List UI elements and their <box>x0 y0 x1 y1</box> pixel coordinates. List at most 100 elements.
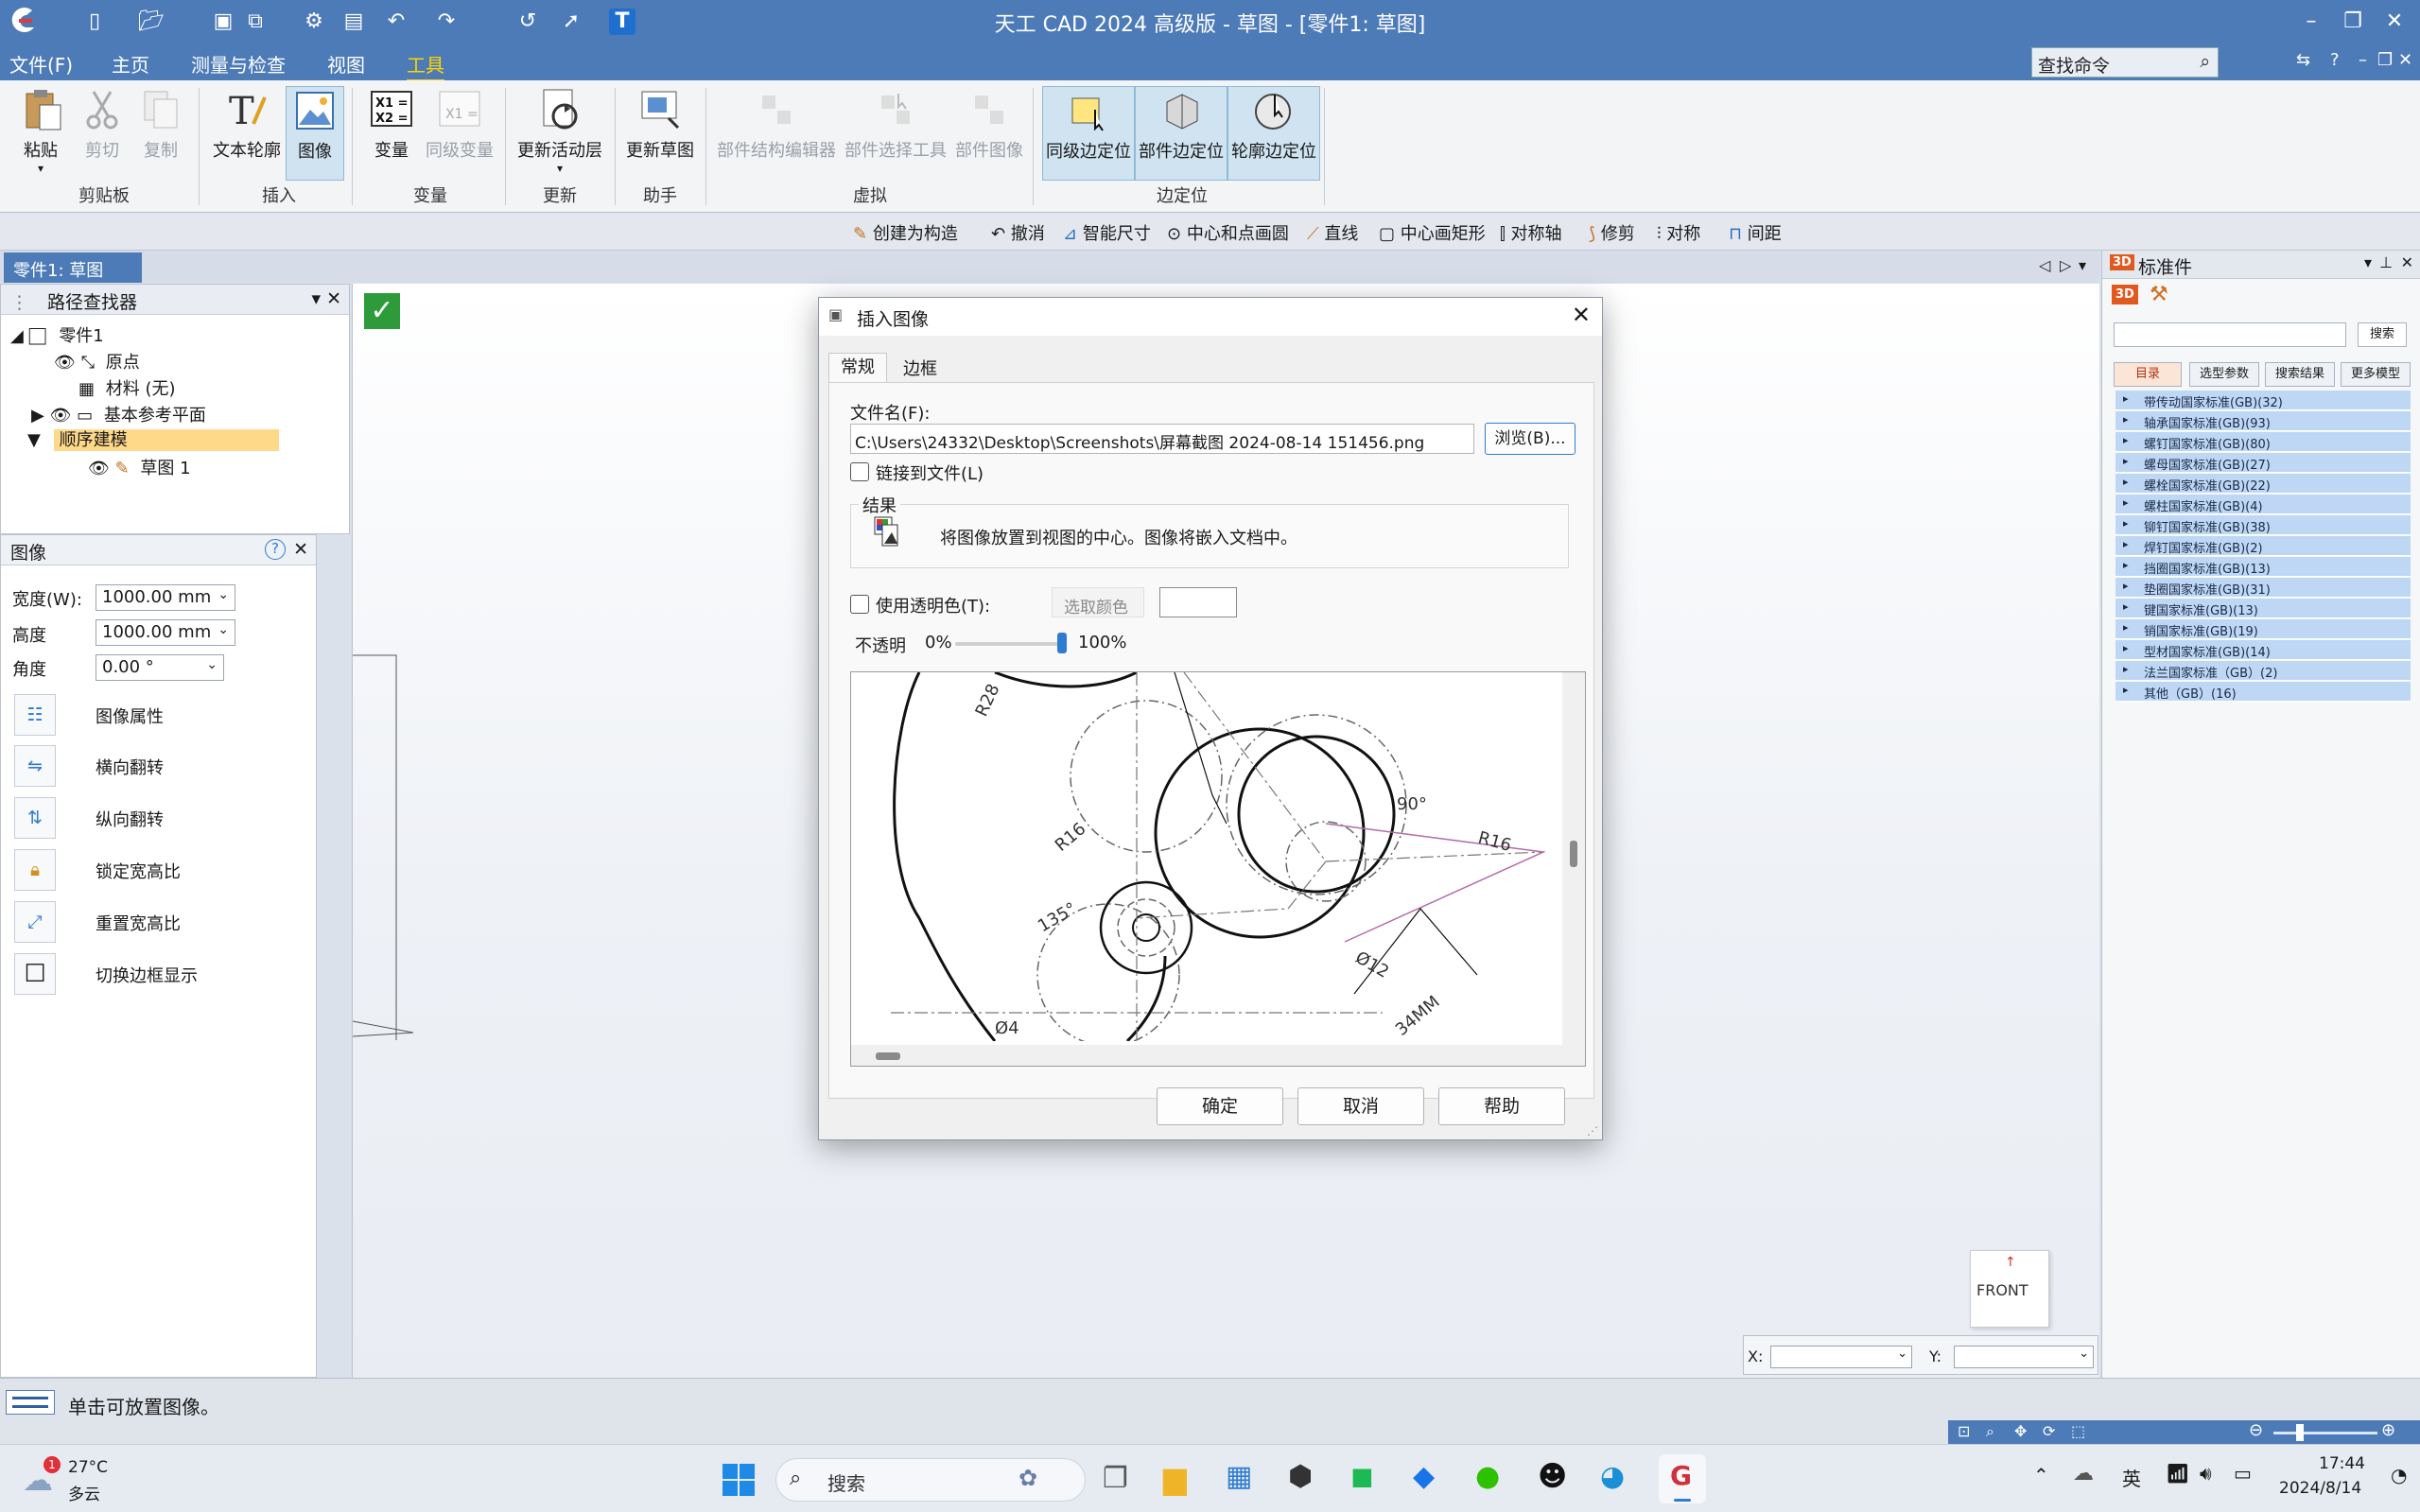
view-orientation-icon[interactable]: ⬚ <box>2071 1422 2085 1440</box>
part-image-button[interactable]: 部件图像 <box>953 86 1025 181</box>
standard-part-row[interactable]: ▸ 垫圈国家标准(GB)(31) <box>2115 578 2411 598</box>
smart-dimension-button[interactable]: ⊿ 智能尺寸 <box>1063 220 1151 245</box>
weather-widget[interactable]: ☁ 1 27°C 多云 <box>23 1456 127 1504</box>
zoom-out-icon[interactable]: ⊖ <box>2249 1420 2263 1440</box>
standard-part-row[interactable]: ▸ 螺柱国家标准(GB)(4) <box>2115 495 2411 514</box>
line-button[interactable]: ⟋ 直线 <box>1307 220 1358 245</box>
angle-select[interactable]: 0.00 ° ⌄ <box>96 654 224 681</box>
expand-right-icon[interactable]: ▸ <box>2123 663 2129 675</box>
close-window-button[interactable]: ✕ <box>2376 8 2413 36</box>
zoom-slider-track[interactable] <box>2273 1432 2377 1434</box>
opacity-slider-thumb[interactable] <box>1057 633 1067 653</box>
standard-part-row[interactable]: ▸ 法兰国家标准（GB）(2) <box>2115 661 2411 681</box>
parts-search-input[interactable] <box>2114 322 2346 347</box>
preview-horizontal-scroll-thumb[interactable] <box>876 1052 900 1060</box>
ime-indicator[interactable]: 英 <box>2122 1464 2141 1491</box>
doc-minimize-icon[interactable]: – <box>2359 50 2367 70</box>
symmetric-button[interactable]: ⫶ 对称 <box>1657 220 1700 245</box>
color-swatch[interactable] <box>1159 587 1237 617</box>
copy-button[interactable]: 复制 <box>134 86 187 181</box>
standard-part-row[interactable]: ▸ 焊钉国家标准(GB)(2) <box>2115 536 2411 556</box>
tree-item-material[interactable]: ▦ 材料 (无) <box>78 375 176 400</box>
update-active-layer-button[interactable]: 更新活动层 ▾ <box>514 86 605 181</box>
restore-button[interactable]: ❐ <box>2334 8 2372 36</box>
image-button[interactable]: 图像 <box>286 86 344 181</box>
menu-tools[interactable]: 工具 <box>407 50 444 82</box>
part-selection-tool-button[interactable]: 部件选择工具 <box>842 86 949 181</box>
paste-button[interactable]: 粘贴 ▾ <box>11 86 70 181</box>
doc-close-icon[interactable]: ✕ <box>2398 50 2412 70</box>
dialog-tab-general[interactable]: 常规 <box>828 353 887 383</box>
expand-right-icon[interactable]: ▸ <box>2123 684 2129 696</box>
pan-icon[interactable]: ✥ <box>2014 1422 2027 1440</box>
link-to-file-checkbox[interactable] <box>850 462 869 481</box>
lock-aspect-action[interactable]: 🔒︎ 锁定宽高比 <box>14 849 298 891</box>
rotate-view-icon[interactable]: ⟳ <box>2043 1422 2055 1440</box>
expand-right-icon[interactable]: ▸ <box>2123 538 2129 550</box>
tree-item-part[interactable]: ◢ ⬜︎ 零件1 <box>10 322 104 347</box>
same-level-edge-locate-button[interactable]: 同级边定位 <box>1042 86 1135 181</box>
variable-button[interactable]: X1 = X2 = 变量 <box>363 86 420 181</box>
volume-icon[interactable]: 🔊︎ <box>2200 1462 2212 1485</box>
resize-grip-icon[interactable]: ⋰ <box>1587 1124 1598 1138</box>
spacing-button[interactable]: ⊓ 间距 <box>1729 220 1782 245</box>
ribbon-options-icon[interactable]: ⇆ <box>2296 50 2310 70</box>
collapse-icon[interactable]: ▼ <box>27 430 41 450</box>
file-explorer-icon[interactable]: ▆ <box>1163 1460 1187 1496</box>
expand-right-icon[interactable]: ▸ <box>2123 621 2129 634</box>
tab-scroll-left-icon[interactable]: ◁ <box>2039 256 2050 274</box>
expand-right-icon[interactable]: ▸ <box>2123 517 2129 530</box>
transparent-color-label[interactable]: 使用透明色(T): <box>876 593 990 617</box>
link-to-file-label[interactable]: 链接到文件(L) <box>876 461 984 485</box>
3d-tab-icon[interactable]: 3D <box>2112 285 2138 304</box>
clock-date[interactable]: 2024/8/14 <box>2279 1479 2361 1498</box>
standard-part-row[interactable]: ▸ 挡圈国家标准(GB)(13) <box>2115 557 2411 577</box>
app-blue-icon[interactable]: ◆ <box>1413 1460 1435 1493</box>
expand-icon[interactable]: ◢ <box>10 326 24 346</box>
eye-icon[interactable]: 👁︎ <box>54 353 76 373</box>
update-sketch-button[interactable]: 更新草图 <box>620 86 700 181</box>
expand-right-icon[interactable]: ▸ <box>2123 580 2129 592</box>
tab-search-results[interactable]: 搜索结果 <box>2265 362 2335 387</box>
paste-dropdown-icon[interactable]: ▾ <box>11 162 70 175</box>
tree-item-origin[interactable]: 👁︎ ⤡ 原点 <box>54 349 140 374</box>
onedrive-icon[interactable]: ☁ <box>2073 1462 2094 1486</box>
image-panel-close-icon[interactable]: ✕ <box>293 539 308 560</box>
zoom-slider-thumb[interactable] <box>2296 1424 2304 1441</box>
expand-right-icon[interactable]: ▸ <box>2123 496 2129 509</box>
center-point-circle-button[interactable]: ⊙ 中心和点画圆 <box>1167 220 1289 245</box>
pick-color-button[interactable]: 选取颜色 <box>1052 587 1144 617</box>
clock-time[interactable]: 17:44 <box>2319 1454 2365 1473</box>
coord-x-input[interactable]: ⌄ <box>1770 1346 1912 1368</box>
parts-search-button[interactable]: 搜索 <box>2358 322 2407 347</box>
create-construction-button[interactable]: ✎ 创建为构造 <box>853 220 958 245</box>
app-dark-icon[interactable]: ⬢ <box>1288 1460 1313 1493</box>
part-structure-editor-button[interactable]: 部件结构编辑器 <box>715 86 838 181</box>
task-view-icon[interactable]: ❐ <box>1103 1462 1128 1495</box>
view-cube[interactable]: FRONT ↑ <box>1970 1250 2049 1328</box>
menu-view[interactable]: 视图 <box>327 50 365 78</box>
tray-chevron-icon[interactable]: ⌃ <box>2033 1464 2049 1486</box>
document-tab[interactable]: 零件1: 草图 <box>4 252 142 283</box>
update-dropdown-icon[interactable]: ▾ <box>514 162 605 175</box>
start-button[interactable] <box>723 1464 755 1496</box>
standard-part-row[interactable]: ▸ 螺栓国家标准(GB)(22) <box>2115 474 2411 494</box>
minimize-button[interactable]: – <box>2292 8 2330 36</box>
image-panel-help-icon[interactable]: ? <box>265 539 286 560</box>
expand-right-icon[interactable]: ▸ <box>2123 559 2129 571</box>
expand-right-icon[interactable]: ▸ <box>2123 455 2129 467</box>
part-edge-locate-button[interactable]: 部件边定位 <box>1135 86 1227 181</box>
pin-icon[interactable]: ⊥ <box>2379 253 2393 271</box>
text-profile-button[interactable]: T 文本轮廓 <box>210 86 284 181</box>
notification-icon[interactable]: ◔ <box>2391 1464 2407 1486</box>
eye-icon[interactable]: 👁︎ <box>50 406 72 426</box>
image-properties-action[interactable]: ☷ 图像属性 <box>14 694 298 736</box>
panel-menu-icon[interactable]: ▾ <box>2364 253 2372 271</box>
expand-right-icon[interactable]: ▶ <box>31 406 44 426</box>
standard-part-row[interactable]: ▸ 其他（GB）(16) <box>2115 682 2411 702</box>
flip-horizontal-action[interactable]: ⇋ 横向翻转 <box>14 745 298 787</box>
hammer-tab-icon[interactable]: ⚒ <box>2150 283 2168 306</box>
file-name-input[interactable]: C:\Users\24332\Desktop\Screenshots\屏幕截图 … <box>850 424 1474 454</box>
standard-part-row[interactable]: ▸ 销国家标准(GB)(19) <box>2115 619 2411 639</box>
help-icon[interactable]: ? <box>2330 50 2340 70</box>
